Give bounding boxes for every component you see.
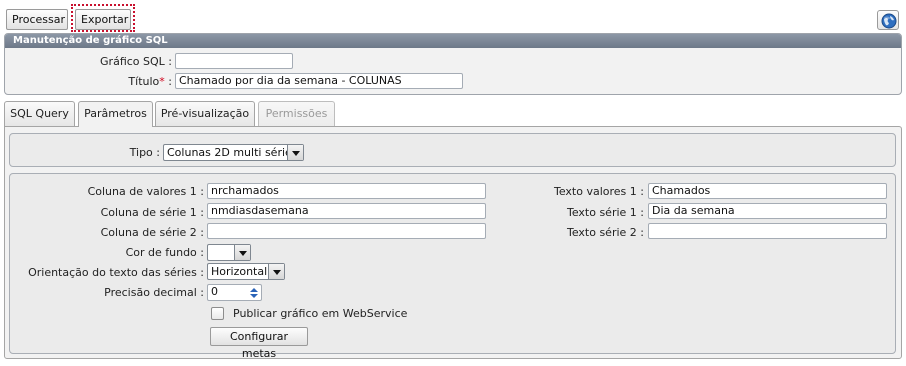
coluna-serie-1-input[interactable]: nmdiasdasemana bbox=[207, 203, 486, 219]
chevron-down-icon bbox=[234, 245, 250, 260]
texto-valores-1-label: Texto valores 1 : bbox=[554, 185, 644, 198]
panel-title: Manutenção de gráfico SQL bbox=[5, 34, 901, 48]
globe-icon bbox=[881, 13, 897, 29]
configurar-metas-button[interactable]: Configurar metas bbox=[210, 327, 308, 360]
precisao-label: Precisão decimal : bbox=[104, 286, 204, 299]
texto-serie-1-input[interactable]: Dia da semana bbox=[648, 203, 887, 219]
texto-valores-1-input[interactable]: Chamados bbox=[648, 183, 887, 199]
precisao-spinner[interactable]: 0 bbox=[207, 284, 262, 301]
orientacao-select[interactable]: Horizontal bbox=[207, 263, 285, 280]
cor-fundo-label: Cor de fundo : bbox=[125, 246, 204, 259]
orientacao-select-value: Horizontal bbox=[211, 265, 268, 278]
export-button[interactable]: Exportar bbox=[75, 9, 131, 30]
chevron-down-icon bbox=[268, 264, 284, 279]
grafico-sql-input[interactable] bbox=[175, 53, 293, 69]
orientacao-label: Orientação do texto das séries : bbox=[28, 266, 204, 279]
tab-sql-query[interactable]: SQL Query bbox=[4, 101, 75, 126]
help-button[interactable] bbox=[877, 10, 899, 30]
titulo-label: Título* : bbox=[60, 75, 172, 88]
publicar-checkbox[interactable] bbox=[211, 307, 224, 320]
texto-serie-2-input[interactable] bbox=[648, 223, 887, 239]
texto-serie-2-label: Texto série 2 : bbox=[566, 226, 644, 239]
cor-fundo-select[interactable] bbox=[207, 244, 251, 261]
precisao-value: 0 bbox=[211, 285, 218, 298]
publicar-label: Publicar gráfico em WebService bbox=[233, 307, 408, 320]
coluna-serie-2-label: Coluna de série 2 : bbox=[100, 226, 204, 239]
titulo-input[interactable]: Chamado por dia da semana - COLUNAS bbox=[175, 73, 463, 89]
coluna-valores-1-label: Coluna de valores 1 : bbox=[87, 185, 204, 198]
grafico-sql-label: Gráfico SQL : bbox=[100, 55, 172, 68]
tab-pre-visualizacao[interactable]: Pré-visualização bbox=[155, 101, 255, 126]
coluna-serie-2-input[interactable] bbox=[207, 223, 486, 239]
titulo-label-colon: : bbox=[168, 75, 172, 88]
required-asterisk: * bbox=[159, 75, 165, 88]
chevron-down-icon bbox=[287, 145, 303, 160]
tipo-select[interactable]: Colunas 2D multi série bbox=[163, 144, 304, 161]
process-button[interactable]: Processar bbox=[6, 9, 68, 30]
tab-parametros[interactable]: Parâmetros bbox=[78, 101, 153, 127]
parameters-box bbox=[9, 173, 896, 354]
coluna-serie-1-label: Coluna de série 1 : bbox=[100, 206, 204, 219]
tipo-select-value: Colunas 2D multi série bbox=[167, 146, 292, 159]
texto-serie-1-label: Texto série 1 : bbox=[566, 206, 644, 219]
tipo-label: Tipo : bbox=[129, 146, 160, 159]
tab-permissoes: Permissões bbox=[258, 101, 335, 126]
titulo-label-text: Título bbox=[128, 75, 160, 88]
coluna-valores-1-input[interactable]: nrchamados bbox=[207, 183, 486, 199]
spinner-arrows-icon[interactable] bbox=[248, 286, 260, 300]
